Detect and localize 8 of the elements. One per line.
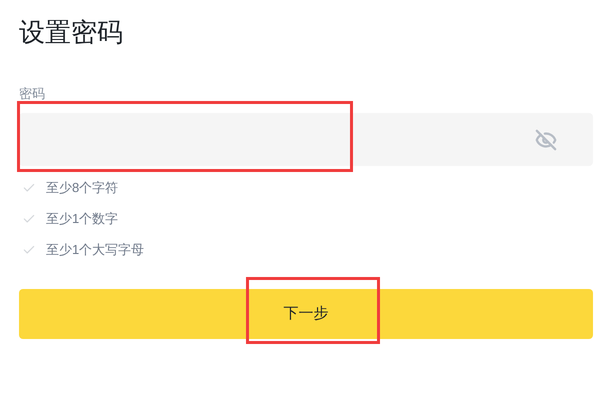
next-button[interactable]: 下一步 [19, 289, 593, 339]
requirement-text: 至少8个字符 [46, 179, 118, 198]
eye-slash-icon[interactable] [535, 128, 557, 150]
password-field[interactable] [19, 113, 593, 166]
page-title: 设置密码 [19, 16, 123, 49]
field-label: 密码 [19, 87, 45, 100]
requirement-text: 至少1个大写字母 [46, 241, 144, 260]
requirement-text: 至少1个数字 [46, 210, 118, 228]
